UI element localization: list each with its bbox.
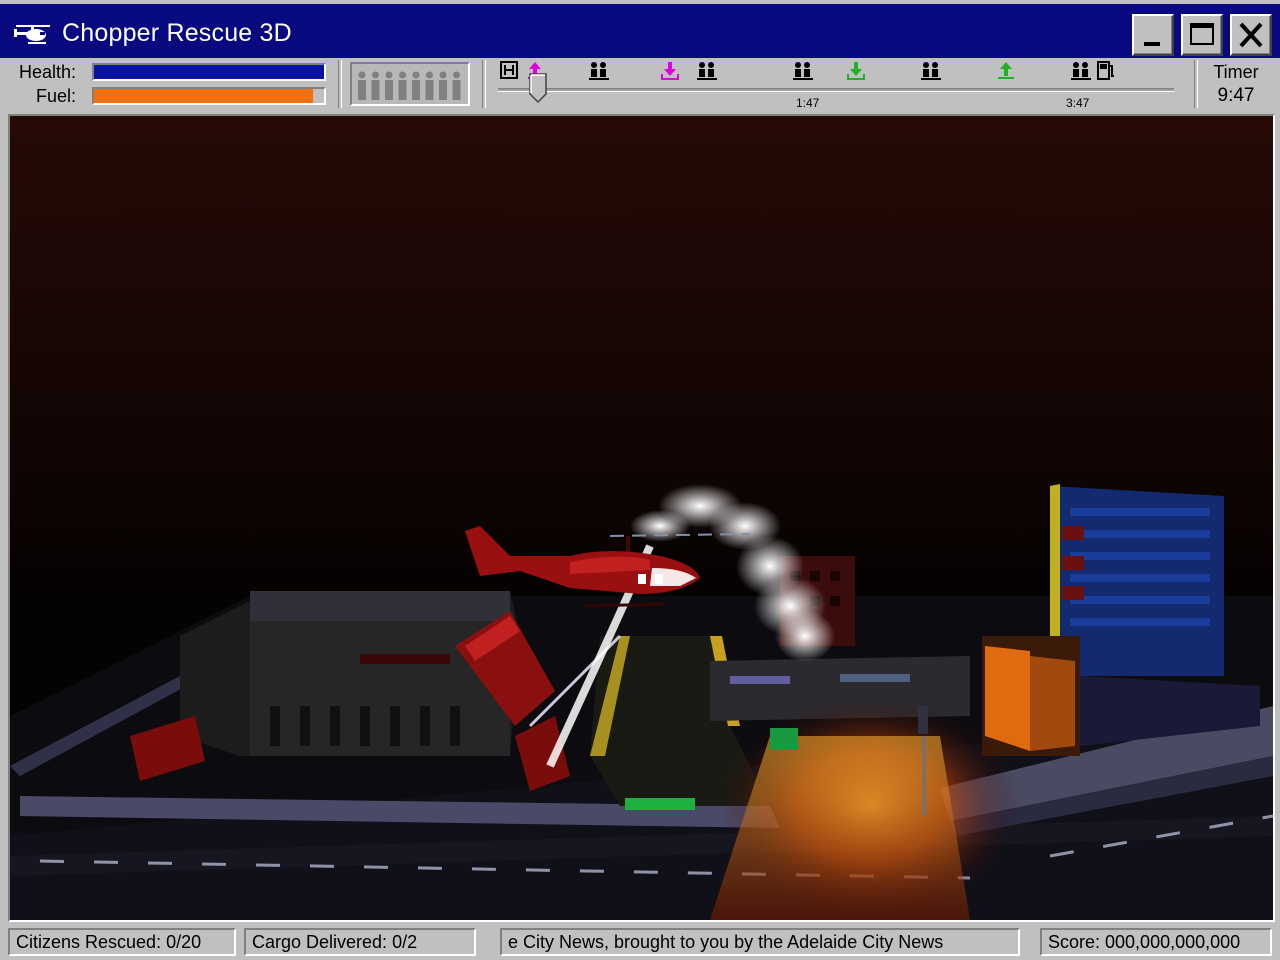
helicopter-icon (14, 25, 50, 44)
maximize-icon (1190, 23, 1214, 45)
timeline-time-label: 3:47 (1066, 96, 1090, 110)
mission-timeline[interactable]: 1:47 3:47 (494, 58, 1184, 112)
status-bar: Citizens Rescued: 0/20 Cargo Delivered: … (0, 924, 1280, 960)
health-label: Health: (18, 62, 76, 82)
maximize-button[interactable] (1181, 14, 1223, 56)
passenger-slot-icon (385, 71, 393, 100)
fuel-bar (92, 87, 326, 105)
passenger-slot-icon (452, 71, 461, 100)
hud-panel: Health: Fuel: 1:47 3:47 Timer 9:47 (0, 58, 1280, 112)
timer-label: Timer (1213, 62, 1259, 82)
upload-arrow-icon[interactable] (996, 60, 1016, 82)
fuel-pump-icon[interactable] (1096, 60, 1116, 82)
health-bar-fill (94, 65, 324, 79)
passenger-slot-icon (439, 71, 447, 100)
passenger-slot-icon (398, 71, 407, 100)
window-title: Chopper Rescue 3D (62, 19, 292, 47)
timeline-track (498, 88, 1174, 92)
divider (482, 60, 486, 108)
passenger-icons (358, 71, 461, 100)
passenger-slot-icon (358, 71, 366, 100)
passenger-slot-icon (412, 71, 420, 100)
news-ticker: e City News, brought to you by the Adela… (500, 928, 1020, 956)
people-icon[interactable] (696, 60, 718, 82)
fuel-label: Fuel: (35, 86, 76, 106)
timer-value: 9:47 (1217, 85, 1255, 106)
passenger-slot-icon (425, 71, 434, 100)
people-icon[interactable] (588, 60, 610, 82)
fuel-bar-fill (94, 89, 313, 103)
passenger-slots (350, 62, 470, 106)
timeline-time-label: 1:47 (796, 96, 820, 110)
passenger-slot-icon (371, 71, 380, 100)
score: Score: 000,000,000,000 (1040, 928, 1272, 956)
helipad-icon[interactable] (500, 60, 520, 82)
people-icon[interactable] (1070, 60, 1092, 82)
title-bar: Chopper Rescue 3D (0, 0, 1280, 62)
health-bar (92, 63, 326, 81)
close-button[interactable] (1230, 14, 1272, 56)
people-icon[interactable] (920, 60, 942, 82)
download-arrow-icon[interactable] (846, 60, 866, 82)
cargo-delivered: Cargo Delivered: 0/2 (244, 928, 476, 956)
download-arrow-icon[interactable] (660, 60, 680, 82)
people-icon[interactable] (792, 60, 814, 82)
game-scene (10, 116, 1273, 920)
timeline-slider-thumb[interactable] (528, 72, 548, 104)
minimize-button[interactable] (1132, 14, 1174, 56)
close-icon (1239, 22, 1263, 48)
game-viewport[interactable] (8, 114, 1275, 922)
divider (338, 60, 342, 108)
divider (1194, 60, 1198, 108)
minimize-icon (1144, 42, 1160, 46)
citizens-rescued: Citizens Rescued: 0/20 (8, 928, 236, 956)
